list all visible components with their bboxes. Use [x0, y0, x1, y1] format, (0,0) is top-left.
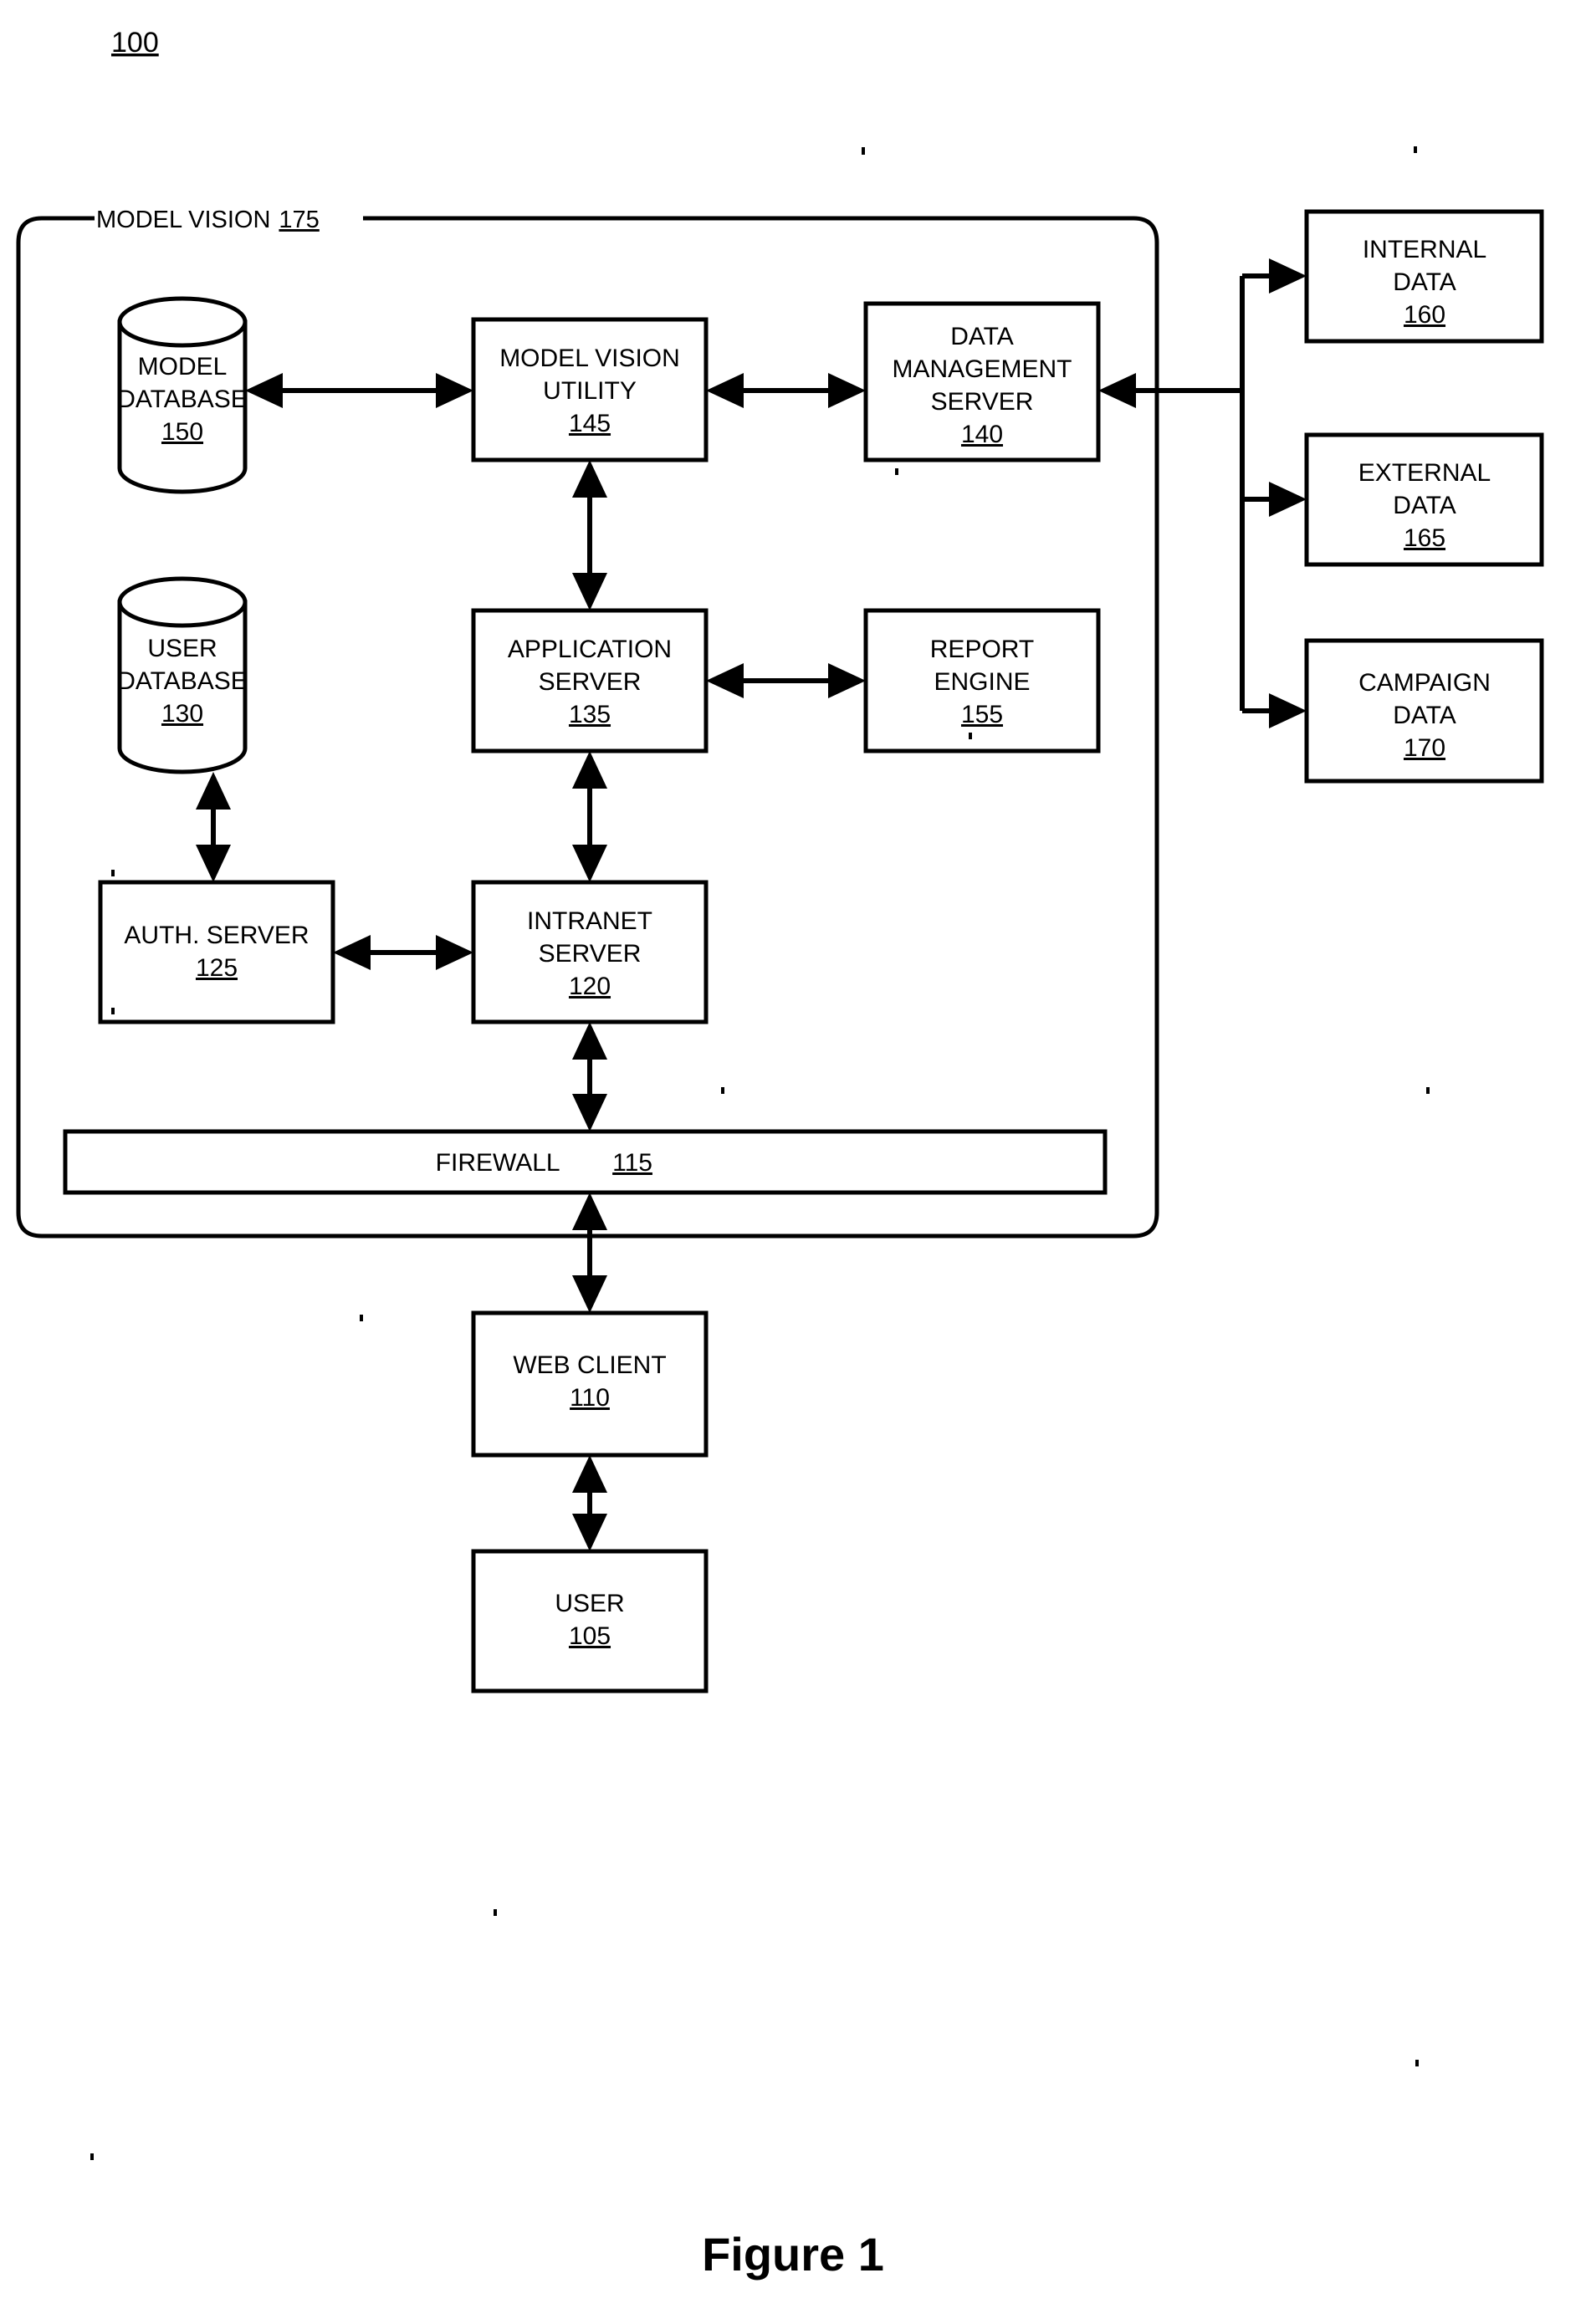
connector-model-vision-utility-to-data-management-server: [706, 373, 866, 408]
connector-user-database-to-auth-server: [196, 772, 231, 882]
node-external-data-line-1: EXTERNAL: [1358, 459, 1491, 487]
node-external-data-ref: 165: [1404, 524, 1445, 552]
scan-speck: [1414, 146, 1417, 153]
node-campaign-data-ref: 170: [1404, 734, 1445, 762]
connector-model-database-to-model-vision-utility: [245, 373, 473, 408]
scan-speck: [360, 1315, 363, 1321]
connector-application-server-to-intranet-server: [572, 751, 607, 882]
node-internal-data-line-2: DATA: [1393, 268, 1456, 296]
node-model-database: MODEL DATABASE 150: [117, 296, 248, 494]
node-firewall-label: FIREWALL: [436, 1149, 560, 1177]
scan-speck: [721, 1087, 724, 1094]
scan-speck: [111, 1008, 115, 1014]
scan-speck: [1415, 2060, 1419, 2066]
connector-intranet-server-to-firewall: [572, 1022, 607, 1131]
node-data-management-server-ref: 140: [961, 421, 1003, 448]
node-data-management-server-line-2: MANAGEMENT: [892, 355, 1072, 383]
scan-speck: [90, 2153, 94, 2160]
node-user-database: USER DATABASE 130: [117, 576, 248, 774]
connector-web-client-to-user: [572, 1455, 607, 1551]
node-report-engine-line-1: REPORT: [930, 636, 1034, 663]
node-user-database-line-1: USER: [147, 635, 217, 662]
node-intranet-server: INTRANET SERVER 120: [471, 880, 709, 1024]
node-campaign-data: CAMPAIGN DATA 170: [1304, 638, 1544, 784]
model-vision-group-label: MODEL VISION: [96, 207, 270, 233]
node-report-engine-line-2: ENGINE: [934, 668, 1030, 696]
node-user-database-line-2: DATABASE: [117, 667, 248, 695]
scan-speck: [862, 147, 865, 155]
node-user-database-ref: 130: [161, 700, 203, 728]
connector-model-vision-utility-to-application-server: [572, 460, 607, 610]
node-internal-data-ref: 160: [1404, 301, 1445, 329]
node-data-management-server-line-3: SERVER: [931, 388, 1034, 416]
node-application-server: APPLICATION SERVER 135: [471, 608, 709, 753]
node-report-engine-ref: 155: [961, 701, 1003, 728]
node-model-database-line-1: MODEL: [138, 353, 228, 381]
connector-auth-server-to-intranet-server: [333, 935, 473, 970]
node-application-server-ref: 135: [569, 701, 611, 728]
node-report-engine: REPORT ENGINE 155: [863, 608, 1101, 753]
node-model-vision-utility-line-2: UTILITY: [543, 377, 637, 405]
figure-caption: Figure 1: [702, 2228, 884, 2281]
system-architecture-diagram: 100 MODEL VISION 175 MODEL DATABASE 150 …: [16, 27, 1544, 2281]
connector-data-trunk: [1098, 258, 1307, 728]
node-user: USER 105: [471, 1549, 709, 1693]
node-auth-server: AUTH. SERVER 125: [98, 880, 335, 1024]
node-model-vision-utility-ref: 145: [569, 410, 611, 437]
scan-speck: [1426, 1087, 1430, 1094]
node-model-database-ref: 150: [161, 418, 203, 446]
scan-speck: [111, 870, 115, 876]
node-application-server-line-1: APPLICATION: [508, 636, 672, 663]
node-intranet-server-ref: 120: [569, 973, 611, 1000]
node-application-server-line-2: SERVER: [539, 668, 642, 696]
scan-speck: [494, 1909, 497, 1916]
node-model-vision-utility-line-1: MODEL VISION: [499, 345, 680, 372]
node-intranet-server-line-1: INTRANET: [527, 907, 652, 935]
node-internal-data: INTERNAL DATA 160: [1304, 209, 1544, 344]
patent-figure-sheet: 100 MODEL VISION 175 MODEL DATABASE 150 …: [0, 0, 1586, 2324]
node-user-ref: 105: [569, 1622, 611, 1650]
node-external-data-line-2: DATA: [1393, 492, 1456, 519]
connector-firewall-to-web-client: [572, 1193, 607, 1313]
node-external-data: EXTERNAL DATA 165: [1304, 432, 1544, 567]
node-auth-server-line-1: AUTH. SERVER: [124, 922, 309, 949]
node-intranet-server-line-2: SERVER: [539, 940, 642, 968]
node-auth-server-ref: 125: [196, 954, 238, 982]
node-internal-data-line-1: INTERNAL: [1363, 236, 1486, 263]
node-model-vision-utility: MODEL VISION UTILITY 145: [471, 317, 709, 462]
node-campaign-data-line-2: DATA: [1393, 702, 1456, 729]
model-vision-group-ref: 175: [279, 207, 319, 233]
connector-application-server-to-report-engine: [706, 663, 866, 698]
node-user-line-1: USER: [555, 1590, 624, 1617]
scan-speck: [895, 468, 898, 475]
node-firewall: FIREWALL 115: [63, 1129, 1108, 1195]
node-firewall-ref: 115: [612, 1149, 652, 1177]
node-data-management-server-line-1: DATA: [950, 323, 1014, 350]
scan-speck: [969, 733, 972, 739]
node-model-database-line-2: DATABASE: [117, 386, 248, 413]
node-campaign-data-line-1: CAMPAIGN: [1358, 669, 1491, 697]
sheet-reference-number: 100: [111, 27, 159, 59]
node-web-client: WEB CLIENT 110: [471, 1310, 709, 1458]
node-web-client-line-1: WEB CLIENT: [513, 1351, 666, 1379]
node-web-client-ref: 110: [570, 1384, 610, 1412]
node-data-management-server: DATA MANAGEMENT SERVER 140: [863, 301, 1101, 462]
